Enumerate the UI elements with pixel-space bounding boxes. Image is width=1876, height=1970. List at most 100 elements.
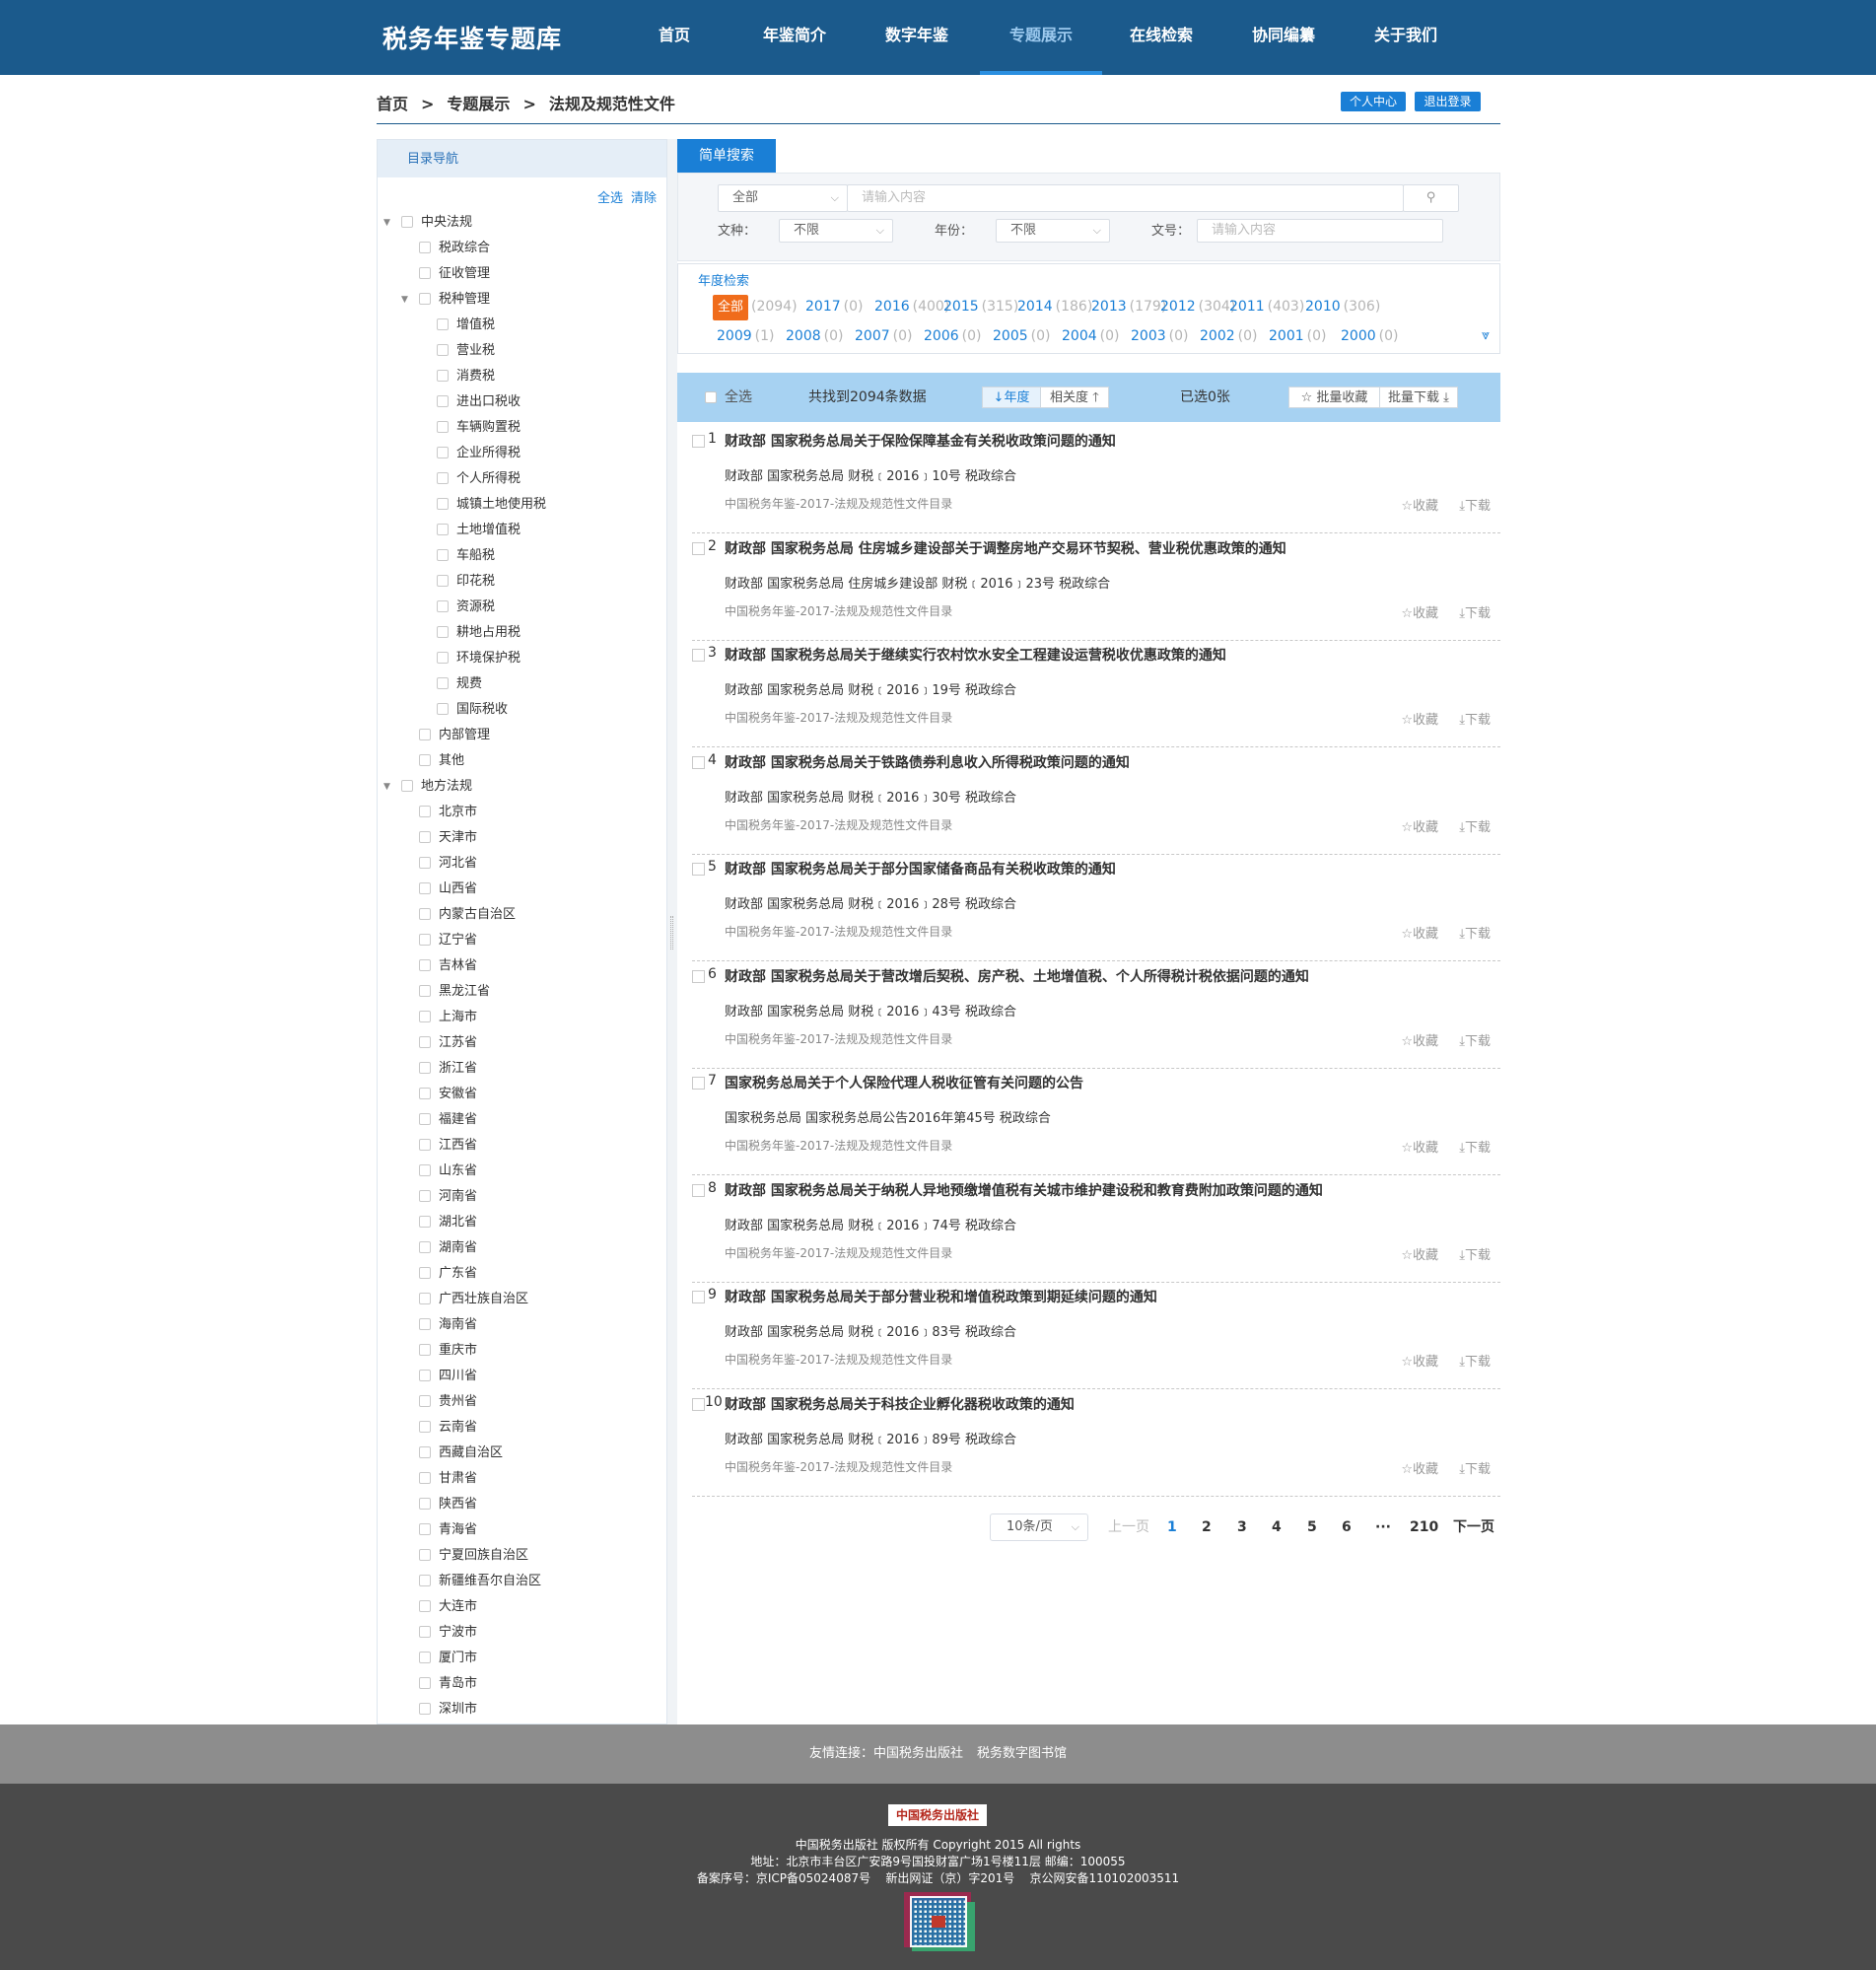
tree-node[interactable]: 吉林省 [419,956,477,976]
prev-page-button[interactable]: 上一页 [1108,1513,1149,1541]
tree-node[interactable]: 规费 [437,674,482,694]
tree-node[interactable]: 消费税 [437,367,495,387]
favorite-button[interactable]: ☆收藏 [1401,816,1438,835]
year-all-button[interactable]: 全部 [713,295,748,320]
tree-node[interactable]: 甘肃省 [419,1469,477,1489]
sort-year-button[interactable]: ↓年度 [982,387,1041,408]
tree-node[interactable]: 福建省 [419,1110,477,1130]
tree-node[interactable]: 企业所得税 [437,444,521,463]
tree-node[interactable]: 征收管理 [419,264,490,284]
checkbox[interactable] [419,1446,431,1458]
tree-node[interactable]: 江西省 [419,1136,477,1156]
tree-node[interactable]: 云南省 [419,1418,477,1438]
checkbox[interactable] [419,1036,431,1048]
tree-node[interactable]: 宁夏回族自治区 [419,1546,528,1566]
tree-node[interactable]: 海南省 [419,1315,477,1335]
tree-node[interactable]: 营业税 [437,341,495,361]
checkbox[interactable] [419,1600,431,1612]
checkbox[interactable] [401,780,413,792]
checkbox[interactable] [419,1267,431,1279]
year-option[interactable]: 2007 (0) [855,328,912,344]
logout-button[interactable]: 退出登录 [1415,92,1481,111]
favorite-button[interactable]: ☆收藏 [1401,1244,1438,1263]
tree-expand-icon[interactable]: ▼ [383,777,390,797]
tree-node[interactable]: 进出口税收 [437,392,521,412]
tree-node[interactable]: 青岛市 [419,1674,477,1694]
nav-topic-display[interactable]: 专题展示 [980,0,1102,75]
result-title[interactable]: 财政部 国家税务总局关于部分营业税和增值税政策到期延续问题的通知 [725,1287,1157,1306]
checkbox[interactable] [419,934,431,946]
year-option[interactable]: 2001 (0) [1269,328,1326,344]
checkbox[interactable] [419,1575,431,1586]
result-checkbox[interactable] [692,969,705,983]
checkbox[interactable] [419,1677,431,1689]
checkbox[interactable] [419,267,431,279]
tree-node[interactable]: 广西壮族自治区 [419,1290,528,1309]
tree-node[interactable]: 河南省 [419,1187,477,1207]
page-3[interactable]: 3 [1237,1513,1247,1541]
download-button[interactable]: ⤓下载 [1459,602,1491,621]
checkbox[interactable] [437,600,449,612]
tree-node[interactable]: 江苏省 [419,1033,477,1053]
checkbox[interactable] [437,395,449,407]
tree-node[interactable]: 天津市 [419,828,477,848]
checkbox[interactable] [419,1626,431,1638]
checkbox[interactable] [419,1523,431,1535]
tree-node[interactable]: 重庆市 [419,1341,477,1361]
tree-node[interactable]: 河北省 [419,854,477,874]
checkbox[interactable] [437,549,449,561]
checkbox[interactable] [419,985,431,997]
favorite-button[interactable]: ☆收藏 [1401,1458,1438,1477]
search-input[interactable]: 请输入内容 [847,184,1404,212]
checkbox[interactable] [419,1241,431,1253]
download-button[interactable]: ⤓下载 [1459,1244,1491,1263]
year-option[interactable]: 2005 (0) [993,328,1050,344]
checkbox[interactable] [419,729,431,740]
result-checkbox[interactable] [692,1077,705,1090]
checkbox[interactable] [419,806,431,817]
tree-node[interactable]: 广东省 [419,1264,477,1284]
result-checkbox[interactable] [692,1397,705,1411]
tree-expand-icon[interactable]: ▼ [383,213,390,233]
tree-node[interactable]: 山东省 [419,1161,477,1181]
checkbox[interactable] [419,857,431,869]
tree-node[interactable]: 增值税 [437,316,495,335]
page-size-select[interactable]: 10条/页 ⌵ [990,1513,1088,1541]
result-title[interactable]: 国家税务总局关于个人保险代理人税收征管有关问题的公告 [725,1073,1083,1092]
tree-node[interactable]: 城镇土地使用税 [437,495,546,515]
search-button[interactable]: ⚲ [1403,184,1459,212]
year-option[interactable]: 2012 (304) [1160,299,1235,315]
result-title[interactable]: 财政部 国家税务总局关于营改增后契税、房产税、土地增值税、个人所得税计税依据问题… [725,966,1309,986]
checkbox[interactable] [419,754,431,766]
breadcrumb-home[interactable]: 首页 [377,95,408,113]
checkbox[interactable] [437,472,449,484]
result-title[interactable]: 财政部 国家税务总局关于部分国家储备商品有关税收政策的通知 [725,859,1116,879]
tree-node[interactable]: 浙江省 [419,1059,477,1079]
tree-node[interactable]: 湖北省 [419,1213,477,1232]
checkbox[interactable] [419,831,431,843]
checkbox[interactable] [437,677,449,689]
page-5[interactable]: 5 [1307,1513,1317,1541]
page-6[interactable]: 6 [1342,1513,1352,1541]
tree-node[interactable]: ▼ 中央法规 [383,213,472,233]
tree-node[interactable]: 厦门市 [419,1649,477,1668]
year-select[interactable]: 不限 ⌵ [996,219,1110,243]
favorite-button[interactable]: ☆收藏 [1401,1137,1438,1156]
result-title[interactable]: 财政部 国家税务总局关于保险保障基金有关税收政策问题的通知 [725,431,1116,451]
result-checkbox[interactable] [692,541,705,555]
tree-node[interactable]: 青海省 [419,1520,477,1540]
page-2[interactable]: 2 [1202,1513,1212,1541]
checkbox[interactable] [437,318,449,330]
tree-node[interactable]: 新疆维吾尔自治区 [419,1572,541,1591]
favorite-button[interactable]: ☆收藏 [1401,495,1438,514]
download-button[interactable]: ⤓下载 [1459,1030,1491,1049]
batch-favorite-button[interactable]: ☆ 批量收藏 [1288,387,1380,408]
checkbox[interactable] [437,498,449,510]
tree-node[interactable]: 车船税 [437,546,495,566]
checkbox[interactable] [437,703,449,715]
checkbox[interactable] [705,391,717,403]
tree-node[interactable]: 安徽省 [419,1085,477,1104]
tree-select-all-link[interactable]: 全选 [597,191,623,206]
page-1[interactable]: 1 [1167,1513,1177,1541]
checkbox[interactable] [419,1703,431,1715]
